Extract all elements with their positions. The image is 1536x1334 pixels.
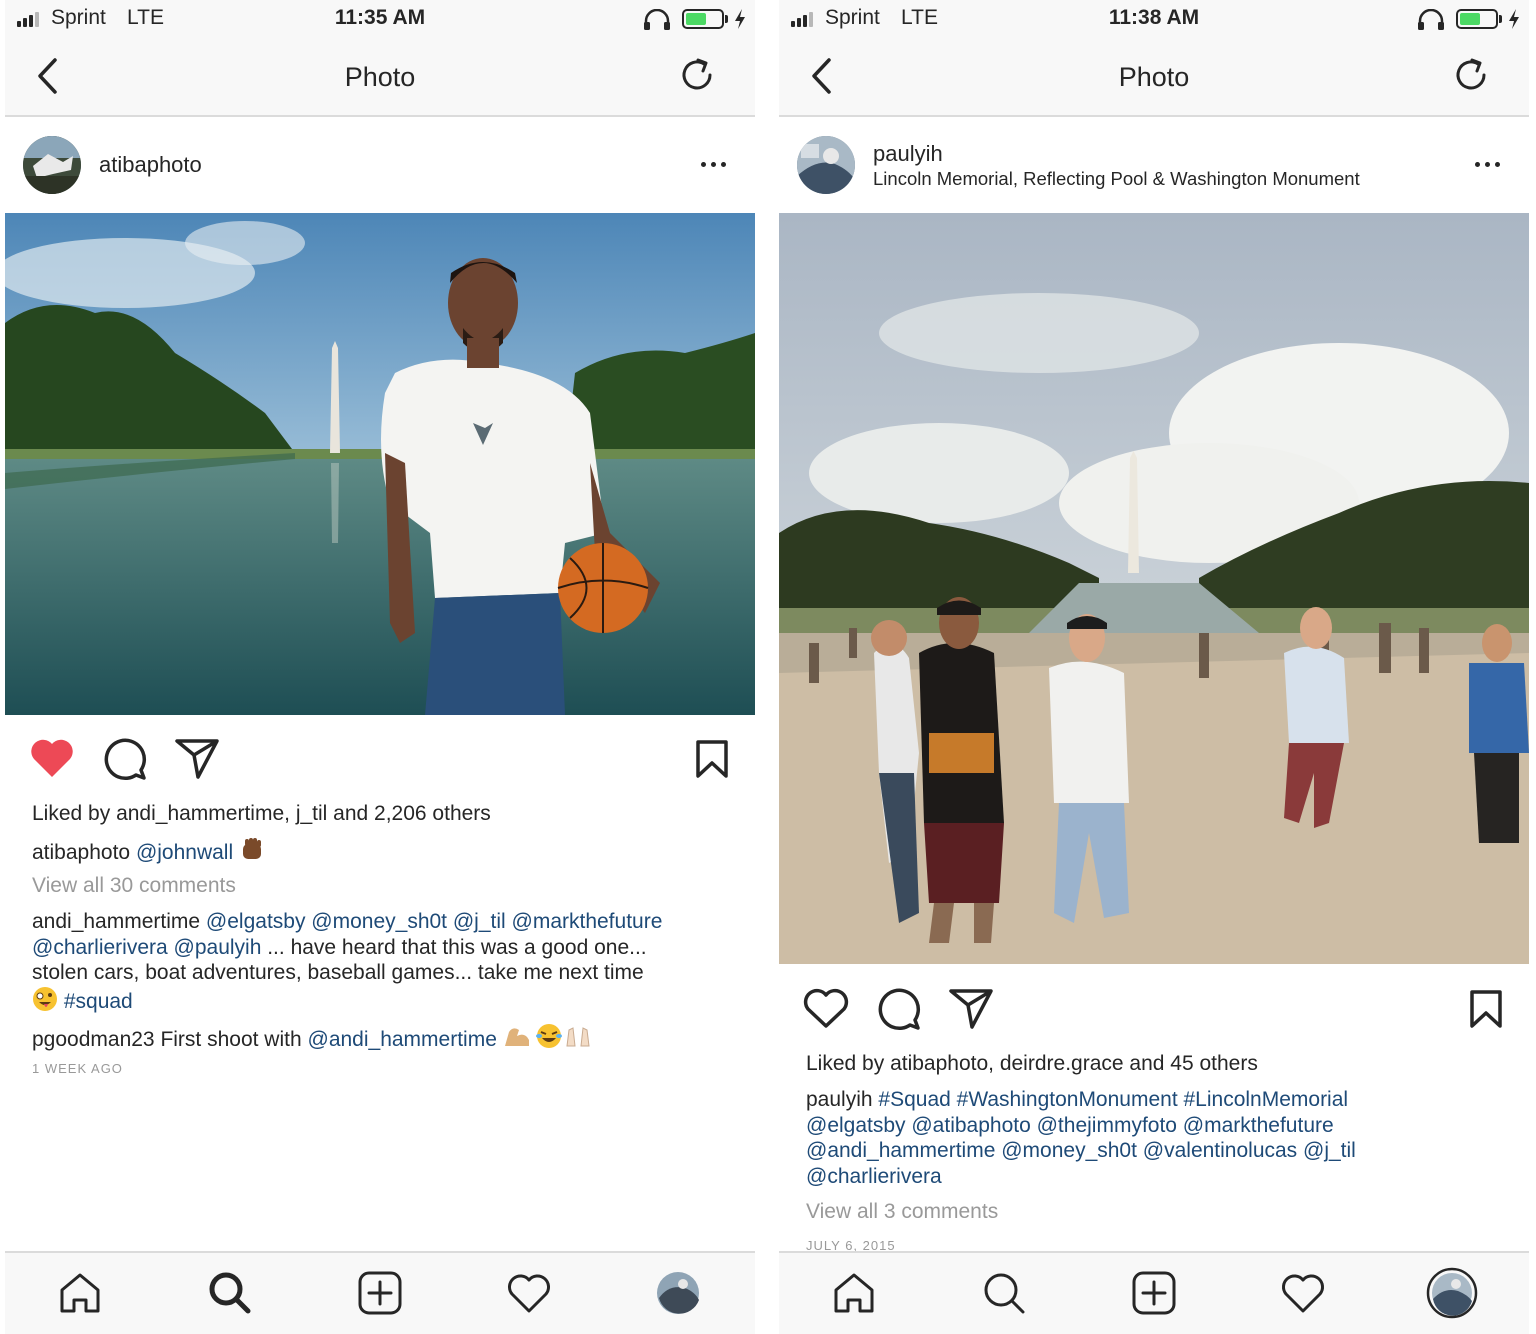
- caption-mentions[interactable]: @elgatsby @atibaphoto @thejimmyfoto @mar…: [806, 1113, 1334, 1139]
- caption-hashtags[interactable]: #Squad #WashingtonMonument #LincolnMemor…: [878, 1088, 1348, 1111]
- comment-icon[interactable]: [103, 737, 147, 781]
- likes-and: and: [1123, 1052, 1171, 1075]
- home-icon[interactable]: [57, 1270, 103, 1316]
- post-photo[interactable]: [5, 213, 755, 715]
- caption-mentions[interactable]: @charlierivera: [806, 1164, 942, 1190]
- caption-mention[interactable]: @johnwall: [136, 841, 233, 864]
- profile-icon[interactable]: [1426, 1267, 1478, 1319]
- battery-icon: [682, 9, 724, 29]
- caption-line: atibaphoto @johnwall: [32, 837, 265, 866]
- caption-username[interactable]: atibaphoto: [32, 841, 130, 864]
- view-all-comments[interactable]: View all 3 comments: [806, 1199, 998, 1225]
- profile-icon[interactable]: [655, 1270, 701, 1316]
- page-title: Photo: [344, 62, 416, 92]
- muscle-laugh-raised-hands-emoji-icon: [504, 1024, 590, 1048]
- comment-mention[interactable]: @andi_hammertime: [308, 1028, 497, 1051]
- battery-cap: [1499, 15, 1502, 23]
- comment-mentions[interactable]: @elgatsby @money_sh0t @j_til @markthefut…: [206, 910, 662, 933]
- likes-count[interactable]: 45 others: [1170, 1052, 1258, 1075]
- view-all-comments[interactable]: View all 30 comments: [32, 873, 236, 899]
- new-post-icon[interactable]: [357, 1270, 403, 1316]
- likes-and: and: [327, 802, 375, 825]
- right-screen: Sprint LTE 11:38 AM Photo paulyih Lincol…: [779, 0, 1529, 1334]
- home-icon[interactable]: [831, 1270, 877, 1316]
- share-icon[interactable]: [948, 987, 994, 1029]
- charging-icon: [735, 9, 745, 29]
- comment-line: pgoodman23 First shoot with @andi_hammer…: [32, 1022, 599, 1053]
- comment-text: stolen cars, boat adventures, baseball g…: [32, 961, 644, 984]
- raised-fist-emoji-icon: [242, 838, 261, 859]
- likes-prefix: Liked by: [32, 802, 117, 825]
- likes-line: Liked by andi_hammertime, j_til and 2,20…: [32, 801, 491, 827]
- more-icon[interactable]: [1475, 160, 1505, 170]
- comment-line: #squad: [32, 986, 133, 1015]
- nav-bar: Photo: [779, 40, 1529, 117]
- nav-bar: Photo: [5, 40, 755, 117]
- activity-icon[interactable]: [506, 1270, 552, 1316]
- post-username[interactable]: atibaphoto: [99, 152, 202, 178]
- share-icon[interactable]: [174, 737, 220, 779]
- bookmark-icon[interactable]: [1469, 989, 1503, 1029]
- activity-icon[interactable]: [1280, 1270, 1326, 1316]
- comment-text: First shoot with: [154, 1028, 308, 1051]
- page-title: Photo: [1118, 62, 1190, 92]
- search-icon[interactable]: [981, 1270, 1027, 1316]
- likes-sep: ,: [988, 1052, 1000, 1075]
- comment-username[interactable]: pgoodman23: [32, 1028, 155, 1051]
- avatar[interactable]: [797, 136, 855, 194]
- caption-mentions[interactable]: @andi_hammertime @money_sh0t @valentinol…: [806, 1138, 1356, 1164]
- heart-icon[interactable]: [803, 987, 849, 1029]
- battery-level: [1460, 13, 1480, 25]
- liker-link[interactable]: j_til: [296, 802, 328, 825]
- comment-hashtag[interactable]: #squad: [64, 990, 133, 1013]
- likes-sep: ,: [284, 802, 296, 825]
- likes-line: Liked by atibaphoto, deirdre.grace and 4…: [806, 1051, 1258, 1077]
- caption-line: paulyih #Squad #WashingtonMonument #Linc…: [806, 1087, 1348, 1113]
- headphones-icon: [1418, 9, 1444, 30]
- comment-mentions[interactable]: @charlierivera @paulyih: [32, 936, 261, 959]
- more-icon[interactable]: [701, 160, 731, 170]
- post-timestamp: 1 WEEK AGO: [32, 1061, 123, 1076]
- comment-line: andi_hammertime @elgatsby @money_sh0t @j…: [32, 909, 662, 935]
- battery-icon: [1456, 9, 1498, 29]
- avatar[interactable]: [23, 136, 81, 194]
- search-icon[interactable]: [207, 1270, 253, 1316]
- comment-line: @charlierivera @paulyih ... have heard t…: [32, 935, 647, 961]
- tab-bar: [779, 1251, 1529, 1334]
- likes-count[interactable]: 2,206 others: [374, 802, 491, 825]
- charging-icon: [1509, 9, 1519, 29]
- status-bar: Sprint LTE 11:38 AM: [779, 0, 1529, 40]
- status-bar: Sprint LTE 11:35 AM: [5, 0, 755, 40]
- comment-username[interactable]: andi_hammertime: [32, 910, 200, 933]
- heart-icon[interactable]: [29, 737, 75, 779]
- post-location[interactable]: Lincoln Memorial, Reflecting Pool & Wash…: [873, 168, 1360, 190]
- likes-prefix: Liked by: [806, 1052, 891, 1075]
- headphones-icon: [644, 9, 670, 30]
- liker-link[interactable]: andi_hammertime: [116, 802, 284, 825]
- comment-text: ... have heard that this was a good one.…: [261, 935, 647, 959]
- liker-link[interactable]: deirdre.grace: [1000, 1052, 1124, 1075]
- comment-icon[interactable]: [877, 987, 921, 1031]
- post-username[interactable]: paulyih: [873, 141, 943, 167]
- post-photo[interactable]: [779, 213, 1529, 964]
- tab-bar: [5, 1251, 755, 1334]
- zany-face-emoji-icon: [33, 986, 57, 1011]
- left-screen: Sprint LTE 11:35 AM Photo atibaphoto Lik…: [5, 0, 755, 1334]
- new-post-icon[interactable]: [1131, 1270, 1177, 1316]
- caption-username[interactable]: paulyih: [806, 1088, 873, 1111]
- battery-cap: [725, 15, 728, 23]
- bookmark-icon[interactable]: [695, 739, 729, 779]
- battery-level: [686, 13, 706, 25]
- refresh-icon[interactable]: [677, 55, 717, 95]
- refresh-icon[interactable]: [1451, 55, 1491, 95]
- liker-link[interactable]: atibaphoto: [890, 1052, 988, 1075]
